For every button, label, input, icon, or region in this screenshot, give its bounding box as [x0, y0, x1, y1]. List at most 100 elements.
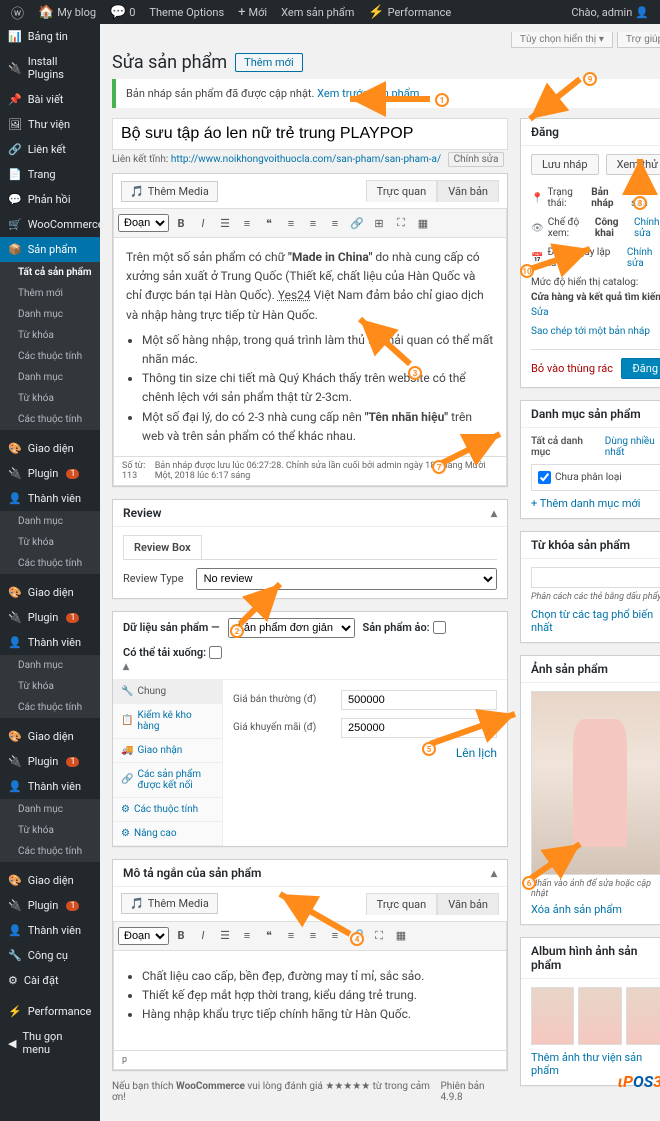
sidebar-subitem[interactable]: Các thuộc tính: [0, 409, 100, 430]
user-greeting[interactable]: Chào, admin 👤: [566, 6, 654, 19]
short-desc-editor[interactable]: Chất liệu cao cấp, bền đẹp, đường may tỉ…: [113, 951, 507, 1051]
edit-slug-button[interactable]: Chính sửa: [448, 152, 505, 167]
align-left-icon[interactable]: ≡: [281, 926, 301, 946]
text-tab[interactable]: Văn bản: [437, 180, 499, 202]
sidebar-subitem[interactable]: Các thuộc tính: [0, 697, 100, 718]
quote-icon[interactable]: ❝: [259, 213, 279, 233]
sidebar-item[interactable]: 💬Phản hồi: [0, 187, 100, 212]
sidebar-item[interactable]: 📊Bảng tin: [0, 24, 100, 49]
sidebar-subitem[interactable]: Danh mục: [0, 367, 100, 388]
remove-image-link[interactable]: Xóa ảnh sản phẩm: [531, 903, 622, 916]
sidebar-item[interactable]: 👤Thành viên: [0, 918, 100, 943]
choose-tags-link[interactable]: Chọn từ các tag phổ biến nhất: [531, 608, 653, 634]
sidebar-item[interactable]: 🔗Liên kết: [0, 137, 100, 162]
product-type-select[interactable]: Sản phẩm đơn giản: [228, 618, 355, 638]
sidebar-item[interactable]: ⚡Performance: [0, 999, 100, 1024]
trash-link[interactable]: Bỏ vào thùng rác: [531, 362, 613, 375]
sidebar-item[interactable]: 🖼Thư viện: [0, 112, 100, 137]
gallery-thumb[interactable]: [531, 987, 574, 1045]
review-type-select[interactable]: No review: [196, 568, 497, 590]
add-category-link[interactable]: + Thêm danh mục mới: [531, 497, 640, 510]
product-data-tab[interactable]: ⚙ Các thuộc tính: [113, 798, 222, 822]
sidebar-item[interactable]: ⚙Cài đặt: [0, 968, 100, 993]
edit-catalog-link[interactable]: Sửa: [531, 307, 549, 318]
toggle-icon[interactable]: ▴: [123, 659, 129, 673]
sidebar-subitem[interactable]: Từ khóa: [0, 388, 100, 409]
gallery-thumb[interactable]: [578, 987, 621, 1045]
screen-options-button[interactable]: Tùy chọn hiển thị ▾: [511, 32, 613, 48]
product-data-tab[interactable]: 🚚 Giao nhận: [113, 739, 222, 763]
sidebar-item[interactable]: ◀Thu gọn menu: [0, 1024, 100, 1062]
sidebar-item[interactable]: 🛒WooCommerce: [0, 212, 100, 237]
sidebar-item[interactable]: 🔌Plugin1: [0, 893, 100, 918]
copy-draft-link[interactable]: Sao chép tới một bản nháp: [531, 326, 650, 337]
visual-tab[interactable]: Trực quan: [366, 180, 438, 202]
fullscreen-icon[interactable]: ⛶: [369, 926, 389, 946]
sidebar-subitem[interactable]: Tất cả sản phẩm: [0, 262, 100, 283]
bullet-list-icon[interactable]: ☰: [215, 926, 235, 946]
toggle-icon[interactable]: ▴: [491, 866, 497, 880]
sidebar-subitem[interactable]: Danh mục: [0, 799, 100, 820]
align-right-icon[interactable]: ≡: [325, 926, 345, 946]
number-list-icon[interactable]: ≡: [237, 926, 257, 946]
number-list-icon[interactable]: ≡: [237, 213, 257, 233]
save-draft-button[interactable]: Lưu nháp: [531, 154, 599, 175]
sidebar-item[interactable]: 🔌Plugin1: [0, 605, 100, 630]
gallery-thumb[interactable]: [626, 987, 660, 1045]
permalink-url[interactable]: http://www.noikhongvoithuocla.com/san-ph…: [171, 154, 441, 165]
sidebar-subitem[interactable]: Từ khóa: [0, 820, 100, 841]
sidebar-subitem[interactable]: Từ khóa: [0, 325, 100, 346]
downloadable-checkbox[interactable]: [209, 646, 222, 659]
sidebar-subitem[interactable]: Các thuộc tính: [0, 346, 100, 367]
toolbar-toggle-icon[interactable]: ▦: [413, 213, 433, 233]
toggle-icon[interactable]: ▴: [491, 506, 497, 520]
italic-icon[interactable]: I: [193, 926, 213, 946]
sidebar-subitem[interactable]: Danh mục: [0, 655, 100, 676]
bullet-list-icon[interactable]: ☰: [215, 213, 235, 233]
edit-visibility-link[interactable]: Chính sửa: [634, 217, 660, 239]
regular-price-input[interactable]: [341, 690, 497, 710]
view-product[interactable]: Xem sản phẩm: [276, 6, 359, 19]
format-select-2[interactable]: Đoạn: [118, 927, 169, 945]
featured-image[interactable]: [531, 691, 660, 875]
sidebar-item[interactable]: 👤Thành viên: [0, 486, 100, 511]
review-box-tab[interactable]: Review Box: [123, 535, 202, 559]
visual-tab-2[interactable]: Trực quan: [366, 893, 438, 915]
wp-logo[interactable]: ⓦ: [6, 3, 29, 22]
align-left-icon[interactable]: ≡: [281, 213, 301, 233]
sidebar-item[interactable]: 🎨Giao diện: [0, 436, 100, 461]
link-icon[interactable]: 🔗: [347, 926, 367, 946]
link-icon[interactable]: 🔗: [347, 213, 367, 233]
align-right-icon[interactable]: ≡: [325, 213, 345, 233]
content-editor[interactable]: Trên một số sản phẩm có chữ "Made in Chi…: [113, 238, 507, 457]
sidebar-item[interactable]: 📦Sản phẩm: [0, 237, 100, 262]
publish-button[interactable]: Đăng: [621, 358, 660, 379]
text-tab-2[interactable]: Văn bản: [437, 893, 499, 915]
virtual-checkbox[interactable]: [433, 621, 446, 634]
align-center-icon[interactable]: ≡: [303, 926, 323, 946]
sidebar-item[interactable]: 🎨Giao diện: [0, 724, 100, 749]
quote-icon[interactable]: ❝: [259, 926, 279, 946]
new-content[interactable]: +Mới: [233, 5, 272, 20]
bold-icon[interactable]: B: [171, 926, 191, 946]
cat-checkbox[interactable]: [538, 471, 551, 484]
site-name[interactable]: 🏠My blog: [33, 5, 101, 20]
add-media-button[interactable]: 🎵 Thêm Media: [121, 181, 218, 202]
edit-status-link[interactable]: Chính sửa: [631, 187, 660, 209]
bold-icon[interactable]: B: [171, 213, 191, 233]
preview-product-link[interactable]: Xem trước sản phẩm: [317, 87, 419, 100]
cat-tab-used[interactable]: Dùng nhiều nhất: [605, 436, 660, 458]
sidebar-item[interactable]: 🔌Plugin1: [0, 749, 100, 774]
add-new-button[interactable]: Thêm mới: [235, 53, 302, 72]
italic-icon[interactable]: I: [193, 213, 213, 233]
comments-count[interactable]: 💬0: [105, 5, 140, 20]
schedule-link[interactable]: Lên lịch: [456, 746, 497, 760]
help-button[interactable]: Trợ giúp ▾: [617, 32, 660, 48]
theme-options[interactable]: Theme Options: [144, 6, 229, 19]
sidebar-item[interactable]: 🔧Công cụ: [0, 943, 100, 968]
add-media-button-2[interactable]: 🎵 Thêm Media: [121, 893, 218, 914]
sidebar-item[interactable]: 👤Thành viên: [0, 630, 100, 655]
sidebar-item[interactable]: 🎨Giao diện: [0, 580, 100, 605]
sidebar-subitem[interactable]: Các thuộc tính: [0, 553, 100, 574]
edit-date-link[interactable]: Chính sửa: [627, 247, 660, 269]
